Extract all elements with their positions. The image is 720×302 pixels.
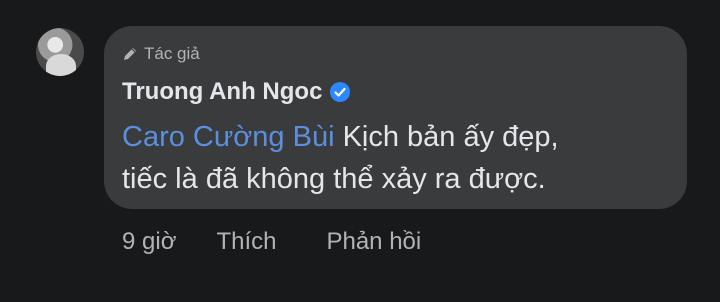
mention-link[interactable]: Caro Cường Bùi <box>122 121 335 153</box>
author-badge-label: Tác giả <box>144 44 200 63</box>
pencil-icon <box>124 48 136 60</box>
author-row: Truong Anh Ngoc <box>122 78 351 106</box>
verified-badge-icon <box>330 82 351 102</box>
comment-text-line1: Kịch bản ấy đẹp, <box>334 121 559 153</box>
author-badge: Tác giả <box>122 44 200 64</box>
like-button[interactable]: Thích <box>216 228 276 256</box>
comment-text: Caro Cường Bùi Kịch bản ấy đẹp, tiếc là … <box>122 116 682 200</box>
comment-text-line2: tiếc là đã không thể xảy ra được. <box>122 163 546 195</box>
author-name[interactable]: Truong Anh Ngoc <box>122 78 322 106</box>
timestamp[interactable]: 9 giờ <box>122 228 176 256</box>
comment-actions: 9 giờ Thích Phản hồi <box>122 228 421 256</box>
comment-bubble: Tác giả Truong Anh Ngoc Caro Cường Bùi K… <box>104 26 687 209</box>
user-avatar[interactable] <box>36 28 84 76</box>
reply-button[interactable]: Phản hồi <box>326 228 421 256</box>
